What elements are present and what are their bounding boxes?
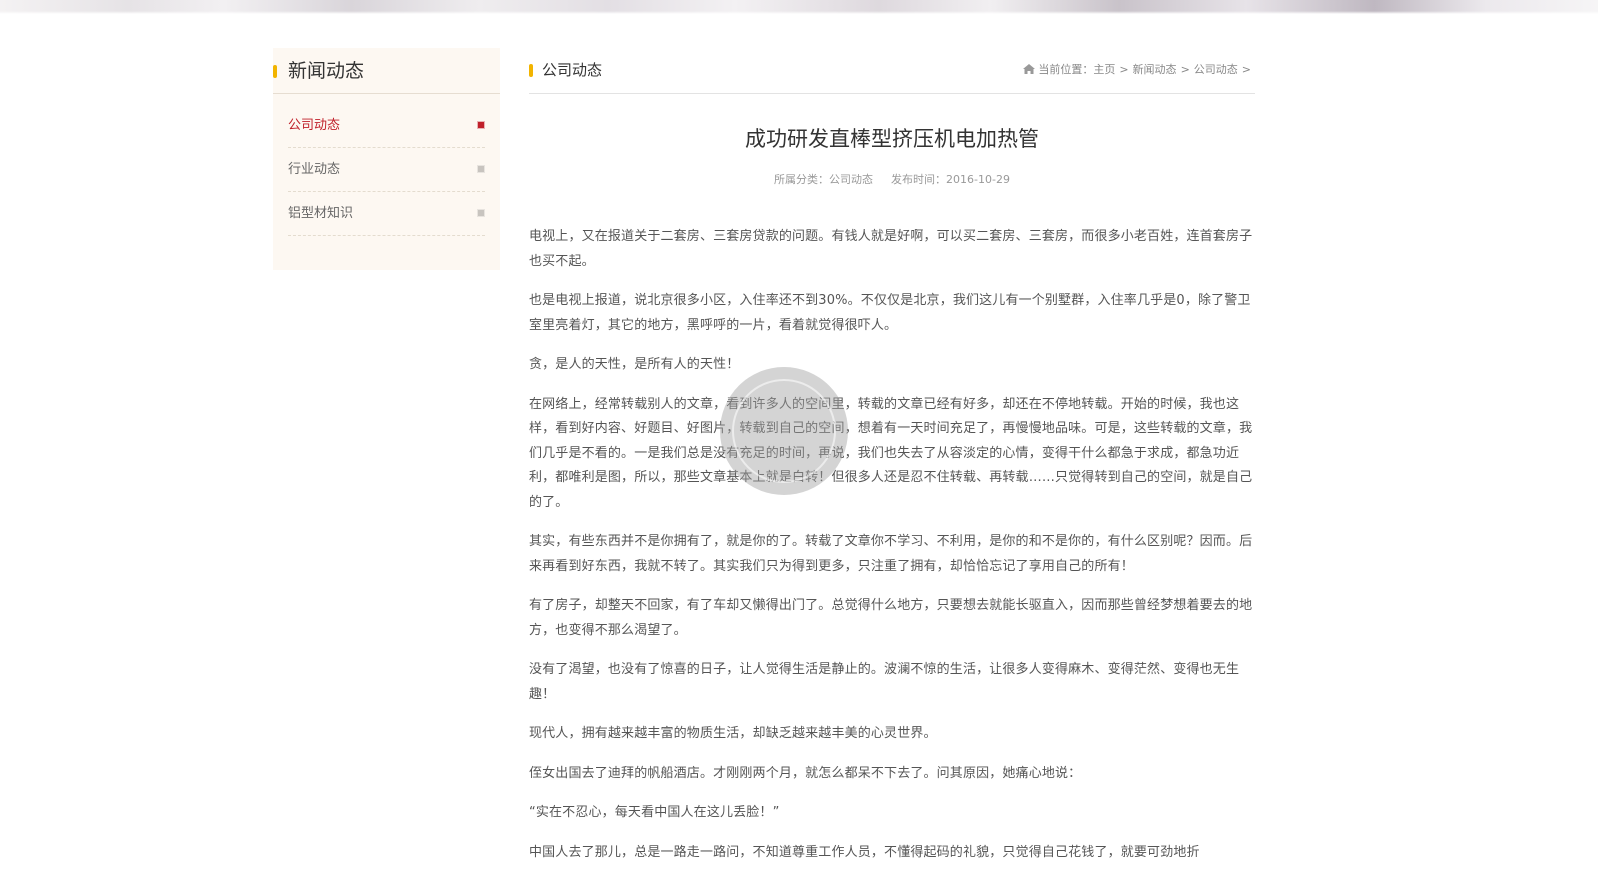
sidebar-item-aluminum-knowledge[interactable]: 铝型材知识 bbox=[288, 192, 485, 236]
breadcrumb-separator: > bbox=[1119, 63, 1129, 76]
sidebar-item-industry-news[interactable]: 行业动态 bbox=[288, 148, 485, 192]
sidebar-menu: 公司动态 行业动态 铝型材知识 bbox=[288, 104, 485, 236]
article-paragraph: 没有了渴望，也没有了惊喜的日子，让人觉得生活是静止的。波澜不惊的生活，让很多人变… bbox=[529, 662, 1240, 702]
article-paragraph: 贪，是人的天性，是所有人的天性！ bbox=[529, 357, 740, 372]
article-meta: 所属分类：公司动态 发布时间：2016-10-29 bbox=[529, 172, 1255, 188]
breadcrumb-separator: > bbox=[1241, 63, 1251, 76]
sidebar-item-company-news[interactable]: 公司动态 bbox=[288, 104, 485, 148]
article-paragraph: 电视上，又在报道关于二套房、三套房贷款的问题。有钱人就是好啊，可以买二套房、三套… bbox=[529, 229, 1253, 269]
home-icon bbox=[1023, 64, 1036, 74]
sidebar-item-label: 公司动态 bbox=[288, 118, 341, 133]
breadcrumb-company-news-link[interactable]: 公司动态 bbox=[1194, 63, 1238, 76]
breadcrumb-prefix: 当前位置： bbox=[1038, 63, 1094, 76]
article-paragraph: 现代人，拥有越来越丰富的物质生活，却缺乏越来越丰美的心灵世界。 bbox=[529, 726, 937, 741]
breadcrumb-separator: > bbox=[1180, 63, 1190, 76]
sidebar-item-label: 铝型材知识 bbox=[288, 206, 354, 221]
accent-bar bbox=[529, 64, 533, 77]
section-title: 公司动态 bbox=[542, 61, 603, 79]
square-bullet-icon bbox=[477, 121, 485, 129]
breadcrumb-home-link[interactable]: 主页 bbox=[1093, 63, 1115, 76]
top-banner-image bbox=[0, 0, 1598, 14]
square-bullet-icon bbox=[477, 209, 485, 217]
article-title: 成功研发直棒型挤压机电加热管 bbox=[745, 127, 1039, 151]
accent-bar bbox=[273, 65, 277, 78]
sidebar-title: 新闻动态 bbox=[288, 60, 365, 82]
square-bullet-icon bbox=[477, 165, 485, 173]
article-paragraph: 有了房子，却整天不回家，有了车却又懒得出门了。总觉得什么地方，只要想去就能长驱直… bbox=[529, 598, 1253, 638]
article-category: 所属分类：公司动态 bbox=[774, 173, 874, 186]
article-paragraph: 也是电视上报道，说北京很多小区，入住率还不到30%。不仅仅是北京，我们这儿有一个… bbox=[529, 293, 1251, 333]
sidebar-header: 新闻动态 bbox=[273, 48, 500, 94]
article-paragraph: 中国人去了那儿，总是一路走一路问，不知道尊重工作人员，不懂得起码的礼貌，只觉得自… bbox=[529, 844, 1200, 860]
main-header: 公司动态 当前位置：主页 > 新闻动态 > 公司动态 > bbox=[529, 48, 1255, 94]
article-paragraph: 侄女出国去了迪拜的帆船酒店。才刚刚两个月，就怎么都呆不下去了。问其原因，她痛心地… bbox=[529, 765, 1082, 781]
sidebar-item-label: 行业动态 bbox=[288, 162, 341, 177]
breadcrumb: 当前位置：主页 > 新闻动态 > 公司动态 > bbox=[1023, 61, 1255, 79]
article-date: 发布时间：2016-10-29 bbox=[891, 173, 1010, 186]
article-body: 电视上，又在报道关于二套房、三套房贷款的问题。有钱人就是好啊，可以买二套房、三套… bbox=[529, 225, 1255, 880]
article-paragraph: “实在不忍心，每天看中国人在这儿丢脸！” bbox=[529, 805, 780, 820]
sidebar: 新闻动态 公司动态 行业动态 铝型材知识 bbox=[273, 48, 500, 270]
breadcrumb-news-link[interactable]: 新闻动态 bbox=[1133, 63, 1177, 76]
article-paragraph: 在网络上，经常转载别人的文章，看到许多人的空间里，转载的文章已经有好多，却还在不… bbox=[529, 396, 1253, 510]
article-paragraph: 其实，有些东西并不是你拥有了，就是你的了。转载了文章你不学习、不利用，是你的和不… bbox=[529, 534, 1253, 574]
